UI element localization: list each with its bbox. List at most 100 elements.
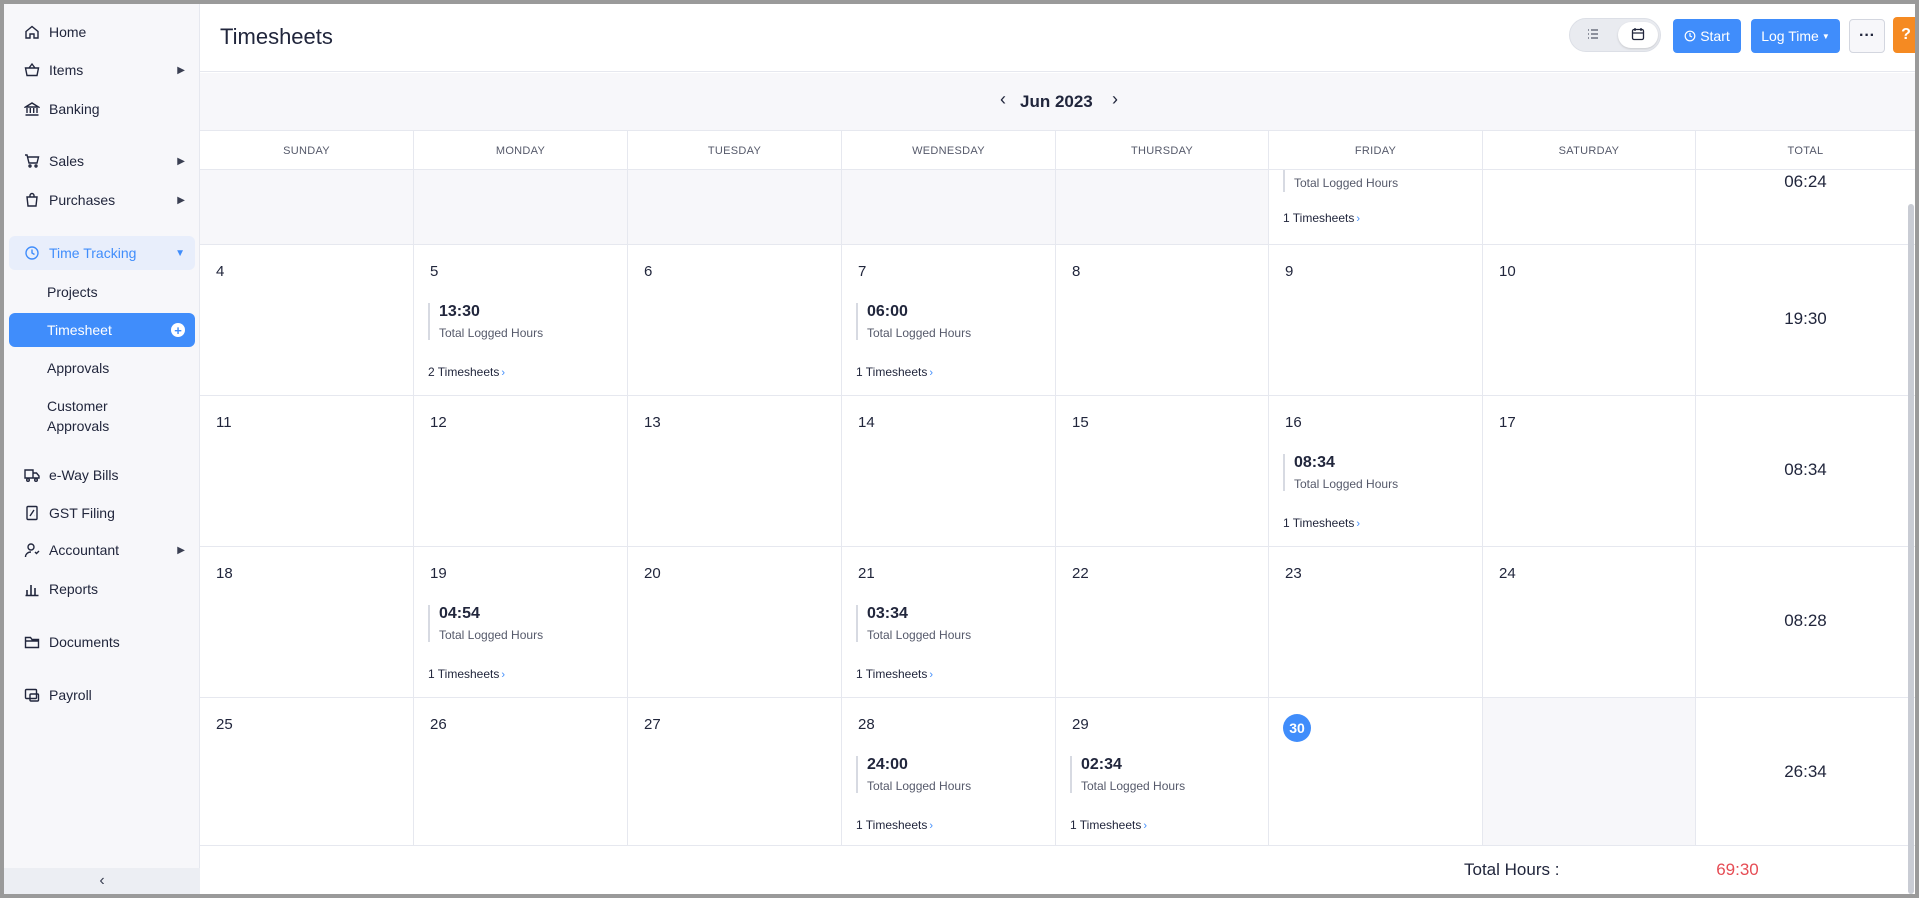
more-icon: ··· [1859,27,1875,44]
dow-saturday: SATURDAY [1483,131,1696,170]
day-cell[interactable]: 17 [1483,396,1696,546]
timesheets-link[interactable]: 1 Timesheets › [856,667,933,681]
folder-icon [23,633,41,651]
caret-right-icon: ▶ [177,544,185,556]
timesheets-link[interactable]: 1 Timesheets › [1283,516,1360,530]
day-number: 4 [216,263,225,280]
log-time-button[interactable]: Log Time ▼ [1751,19,1840,53]
sidebar-item-label: Approvals [47,418,110,434]
sidebar-item-label: Purchases [49,192,116,208]
more-options-button[interactable]: ··· [1849,19,1885,53]
sidebar-item-reports[interactable]: Reports [9,572,195,606]
day-cell[interactable]: 16 08:34 Total Logged Hours 1 Timesheets › [1269,396,1483,546]
sidebar-item-time-tracking[interactable]: Time Tracking ▼ [9,236,195,270]
sidebar-item-purchases[interactable]: Purchases ▶ [9,183,195,217]
add-timesheet-icon[interactable]: + [171,323,185,337]
total-hours-value: 69:30 [1716,860,1759,879]
day-cell[interactable]: 28 24:00 Total Logged Hours 1 Timesheets › [842,698,1056,845]
day-cell[interactable]: 30 [1269,698,1483,845]
view-toggle [1569,18,1661,52]
logged-hours-entry: 06:00 Total Logged Hours [856,303,971,340]
timesheets-link[interactable]: 1 Timesheets › [856,818,933,832]
day-cell[interactable]: 19 04:54 Total Logged Hours 1 Timesheets › [414,547,628,697]
day-number: 18 [216,565,233,582]
timesheets-link[interactable]: 2 Timesheets › [428,365,505,379]
day-cell[interactable]: 21 03:34 Total Logged Hours 1 Timesheets › [842,547,1056,697]
sidebar-item-eway-bills[interactable]: e-Way Bills [9,458,195,492]
logged-hours-value: 24:00 [867,756,908,773]
week-total: 06:24 [1784,172,1827,191]
sidebar-item-sales[interactable]: Sales ▶ [9,144,195,178]
help-button[interactable]: ? [1893,17,1915,53]
truck-icon [23,466,41,484]
day-cell[interactable]: 14 [842,396,1056,546]
logged-hours-value: 13:30 [439,303,480,320]
day-cell[interactable]: 24 [1483,547,1696,697]
day-cell[interactable]: 23 [1269,547,1483,697]
calendar-view-button[interactable] [1618,22,1658,48]
day-number: 12 [430,414,447,431]
day-cell[interactable]: 9 [1269,245,1483,395]
day-cell[interactable]: 15 [1056,396,1269,546]
sidebar-item-documents[interactable]: Documents [9,625,195,659]
sidebar-item-payroll[interactable]: Payroll [9,678,195,712]
day-number: 25 [216,716,233,733]
day-cell[interactable]: 22 [1056,547,1269,697]
sidebar-item-timesheet[interactable]: Timesheet + [9,313,195,347]
start-timer-button[interactable]: Start [1673,19,1741,53]
day-cell [628,170,842,244]
day-number: 19 [430,565,447,582]
timesheets-link[interactable]: 1 Timesheets › [428,667,505,681]
timesheets-link[interactable]: 1 Timesheets › [1283,211,1360,225]
sidebar-item-home[interactable]: Home [9,15,195,49]
day-cell[interactable]: 18 [200,547,414,697]
timesheets-link-label: 1 Timesheets [1283,516,1355,530]
chevron-right-icon: › [929,669,934,681]
sidebar-item-banking[interactable]: Banking [9,92,195,126]
day-cell[interactable]: 6 [628,245,842,395]
day-cell[interactable]: 4 [200,245,414,395]
day-cell[interactable]: 11 [200,396,414,546]
day-number: 23 [1285,565,1302,582]
day-cell[interactable]: 13 [628,396,842,546]
day-cell[interactable]: 20 [628,547,842,697]
scrollbar[interactable] [1908,204,1914,894]
day-cell[interactable]: 8 [1056,245,1269,395]
timesheets-link-label: 1 Timesheets [1283,211,1355,225]
sidebar-item-gst-filing[interactable]: GST Filing [9,496,195,530]
day-cell[interactable]: 12 [414,396,628,546]
day-cell[interactable]: 7 06:00 Total Logged Hours 1 Timesheets › [842,245,1056,395]
day-cell[interactable]: 26 [414,698,628,845]
sidebar-item-accountant[interactable]: Accountant ▶ [9,533,195,567]
caret-down-icon: ▼ [1821,31,1830,41]
timesheets-link[interactable]: 1 Timesheets › [856,365,933,379]
next-month-button[interactable]: › [1112,89,1118,110]
day-cell [1483,698,1696,845]
logged-hours-entry: 02:34 Total Logged Hours [1070,756,1185,793]
log-time-label: Log Time [1761,28,1819,44]
list-view-button[interactable] [1573,22,1613,48]
day-cell[interactable]: 5 13:30 Total Logged Hours 2 Timesheets › [414,245,628,395]
sidebar-item-projects[interactable]: Projects [9,275,195,309]
logged-hours-value: 02:34 [1081,756,1122,773]
sidebar-item-approvals[interactable]: Approvals [9,351,195,385]
day-cell[interactable]: 27 [628,698,842,845]
day-cell[interactable]: Total Logged Hours 1 Timesheets › [1269,170,1483,244]
collapse-sidebar-button[interactable]: ‹ [4,868,200,894]
sidebar-item-items[interactable]: Items ▶ [9,53,195,87]
chevron-left-icon: ‹ [99,872,105,889]
day-number: 22 [1072,565,1089,582]
sidebar-item-label: Banking [49,101,100,117]
day-cell[interactable]: 10 [1483,245,1696,395]
sidebar-item-label: Time Tracking [49,245,137,261]
day-cell[interactable]: 25 [200,698,414,845]
main-content: Timesheets Start Log Time ▼ ··· ? ‹ Jun … [200,4,1915,894]
sidebar-item-customer-approvals[interactable]: Customer Approvals [9,393,195,439]
day-cell [1056,170,1269,244]
total-hours-label: Total Hours : [1464,860,1560,879]
timesheets-link-label: 1 Timesheets [856,365,928,379]
previous-month-button[interactable]: ‹ [1000,89,1006,110]
help-icon: ? [1901,26,1911,43]
day-cell[interactable]: 29 02:34 Total Logged Hours 1 Timesheets › [1056,698,1269,845]
timesheets-link[interactable]: 1 Timesheets › [1070,818,1147,832]
